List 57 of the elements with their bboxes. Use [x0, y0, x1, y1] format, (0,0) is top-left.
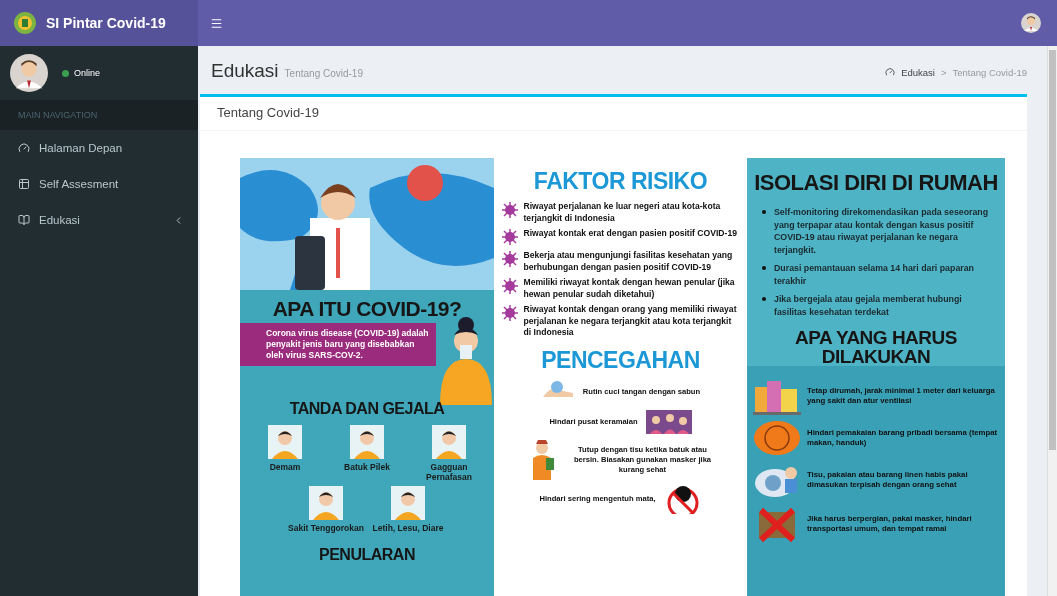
- avatar-icon: [10, 54, 48, 92]
- crowd-icon: [645, 409, 692, 434]
- risk-text: Memiliki riwayat kontak dengan hewan penular (jika hewan penular sudah diketahui): [523, 277, 736, 300]
- table-icon: [18, 178, 30, 190]
- breadcrumb-separator: >: [940, 66, 947, 78]
- scrollbar[interactable]: [1047, 46, 1057, 596]
- page-subtitle: Tentang Covid-19: [284, 68, 363, 79]
- online-status: Online: [62, 68, 100, 78]
- menu-icon[interactable]: [210, 16, 223, 30]
- nav-header: MAIN NAVIGATION: [0, 100, 198, 130]
- section-heading: ISOLASI DIRI DI RUMAH: [754, 172, 998, 194]
- symptom-label: Sakit Tenggorokan: [288, 523, 364, 533]
- person-icon: [350, 425, 384, 459]
- risk-text: Bekerja atau mengunjungi fasilitas kesehatan yang berhubungan dengan pasien positif COVID-19: [523, 250, 734, 273]
- description-text: Corona virus disease (COVID-19) adalah penyakit jenis baru yang disebabkan oleh virus SARS-COV-2.: [240, 323, 436, 366]
- risk-text: Riwayat perjalanan ke luar negeri atau kota-kota terjangkit di Indonesia: [523, 201, 722, 224]
- symptom-label: Letih, Lesu, Diare: [372, 523, 444, 533]
- person-icon: [309, 486, 343, 520]
- person-icon: [432, 425, 466, 459]
- bullet-icon: [762, 297, 766, 301]
- avatar-icon: [1021, 13, 1041, 33]
- isolation-text: Jika bergejala atau gejala memberat hubungi fasilitas kesehatan terdekat: [774, 293, 963, 318]
- virus-icon: [500, 228, 519, 246]
- sidebar-item[interactable]: Halaman Depan: [0, 130, 198, 166]
- section-heading: PENULARAN: [319, 547, 415, 563]
- logo-icon: [14, 12, 36, 34]
- person-icon: [268, 425, 302, 459]
- bullet-icon: [762, 266, 766, 270]
- risk-text: Riwayat kontak erat dengan pasien positif COVID-19: [523, 228, 737, 240]
- person-icon: [391, 486, 425, 520]
- sidebar-item[interactable]: Edukasi: [0, 202, 198, 238]
- bullet-icon: [762, 210, 766, 214]
- isolation-text: Durasi pemantauan selama 14 hari dari paparan terakhir: [774, 262, 975, 287]
- box-title: Tentang Covid-19: [200, 97, 1027, 131]
- virus-icon: [500, 201, 519, 219]
- gauge-icon: [885, 67, 896, 77]
- breadcrumb-link[interactable]: Edukasi: [901, 66, 935, 78]
- plate-icon: [753, 420, 801, 456]
- symptom-label: Demam: [269, 462, 301, 472]
- section-heading: TANDA DAN GEJALA: [289, 401, 445, 417]
- virus-icon: [500, 304, 519, 322]
- gauge-icon: [18, 142, 30, 154]
- breadcrumb-item: Tentang Covid-19: [952, 66, 1027, 78]
- section-heading: APA ITU COVID-19?: [272, 298, 462, 319]
- section-heading: PENCEGAHAN: [541, 348, 700, 372]
- virus-icon: [500, 250, 519, 268]
- risk-text: Riwayat kontak dengan orang yang memiliki riwayat perjalanan ke negara terjangkit atau kota terjangkit di Indonesia: [523, 304, 738, 339]
- sidebar-item[interactable]: Self Assesment: [0, 166, 198, 202]
- symptom-label: Batuk Pilek: [344, 462, 390, 472]
- page-title: Edukasi: [211, 60, 279, 81]
- book-icon: [18, 214, 30, 226]
- section-heading: FAKTOR RISIKO: [533, 170, 708, 193]
- app-title: SI Pintar Covid-19: [46, 15, 166, 31]
- virus-icon: [500, 277, 519, 295]
- isolation-text: Self-monitoring direkomendasikan pada seseorang yang terpapar atau kontak dengan kasus positif COVID-19 atau riwayat perjalanan ke negara terjangkit.: [774, 206, 990, 256]
- section-heading: APA YANG HARUS DILAKUKAN: [794, 328, 958, 366]
- symptom-label: Gagguan Pernafasan: [425, 462, 473, 482]
